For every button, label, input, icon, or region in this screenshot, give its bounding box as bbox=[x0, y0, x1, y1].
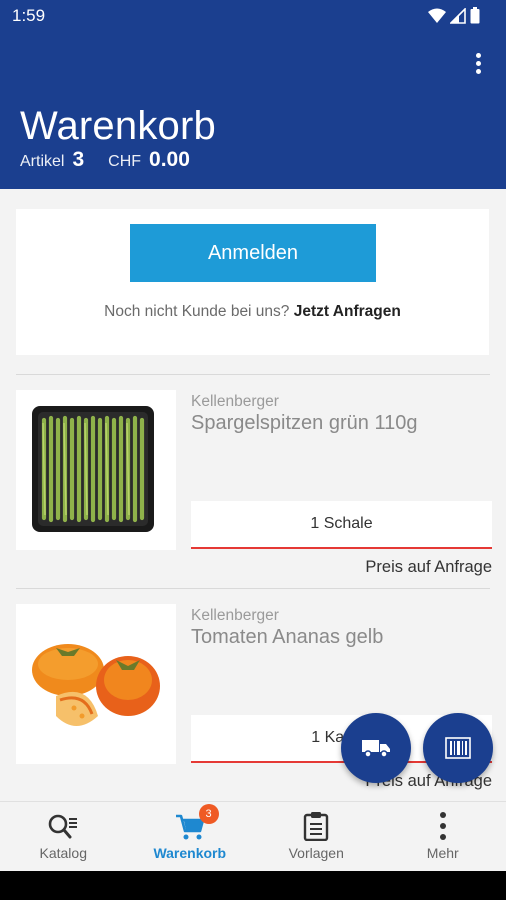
cart-content[interactable]: Anmelden Noch nicht Kunde bei uns? Jetzt… bbox=[0, 189, 506, 801]
signal-icon bbox=[450, 7, 466, 24]
register-hint: Noch nicht Kunde bei uns? Jetzt Anfragen bbox=[16, 303, 489, 321]
page-title: Warenkorb bbox=[20, 104, 216, 148]
scan-button[interactable] bbox=[423, 713, 493, 783]
divider bbox=[16, 374, 490, 375]
status-time: 1:59 bbox=[12, 6, 46, 25]
currency-label: CHF bbox=[108, 153, 142, 170]
bottom-navigation: Katalog 3 Warenkorb Vorlagen Mehr bbox=[0, 801, 506, 871]
wifi-icon bbox=[428, 8, 446, 23]
status-icons bbox=[428, 7, 480, 24]
items-count: 3 bbox=[72, 148, 85, 171]
cart-total: 0.00 bbox=[149, 148, 190, 171]
catalog-search-icon bbox=[48, 814, 78, 839]
asparagus-image bbox=[16, 390, 176, 550]
login-card: Anmelden Noch nicht Kunde bei uns? Jetzt… bbox=[16, 209, 489, 355]
clipboard-icon bbox=[304, 812, 329, 841]
nav-label: Vorlagen bbox=[288, 845, 344, 861]
quantity-selector[interactable]: 1 Schale bbox=[191, 501, 492, 549]
items-label: Artikel bbox=[20, 153, 65, 170]
nav-item-vorlagen[interactable]: Vorlagen bbox=[253, 802, 380, 871]
register-hint-text: Noch nicht Kunde bei uns? bbox=[104, 303, 290, 320]
nav-item-mehr[interactable]: Mehr bbox=[380, 802, 506, 871]
cart-item[interactable]: Kellenberger Tomaten Ananas gelb 1 Karto… bbox=[16, 604, 492, 790]
register-link[interactable]: Jetzt Anfragen bbox=[294, 303, 401, 320]
app-header: Warenkorb Artikel 3 CHF 0.00 bbox=[0, 34, 506, 189]
nav-item-warenkorb[interactable]: 3 Warenkorb bbox=[127, 802, 254, 871]
product-brand: Kellenberger bbox=[191, 607, 279, 624]
overflow-menu-icon[interactable] bbox=[466, 50, 490, 78]
product-name[interactable]: Spargelspitzen grün 110g bbox=[191, 412, 417, 435]
nav-label: Warenkorb bbox=[153, 845, 227, 861]
truck-icon bbox=[362, 740, 390, 758]
divider bbox=[16, 588, 490, 589]
more-vertical-icon bbox=[439, 812, 446, 840]
login-button[interactable]: Anmelden bbox=[130, 224, 376, 282]
nav-label: Mehr bbox=[426, 845, 459, 861]
system-navigation-bar bbox=[0, 871, 506, 900]
status-bar: 1:59 bbox=[0, 0, 506, 34]
battery-icon bbox=[470, 7, 480, 24]
tomato-image bbox=[16, 604, 176, 764]
cart-summary: Artikel 3 CHF 0.00 bbox=[20, 148, 190, 172]
cart-badge: 3 bbox=[198, 804, 219, 824]
delivery-button[interactable] bbox=[341, 713, 411, 783]
product-price: Preis auf Anfrage bbox=[365, 558, 492, 576]
nav-item-katalog[interactable]: Katalog bbox=[0, 802, 127, 871]
barcode-icon bbox=[445, 737, 471, 759]
product-brand: Kellenberger bbox=[191, 393, 279, 410]
nav-label: Katalog bbox=[39, 845, 87, 861]
product-name[interactable]: Tomaten Ananas gelb bbox=[191, 626, 383, 649]
cart-item[interactable]: Kellenberger Spargelspitzen grün 110g 1 … bbox=[16, 390, 492, 576]
